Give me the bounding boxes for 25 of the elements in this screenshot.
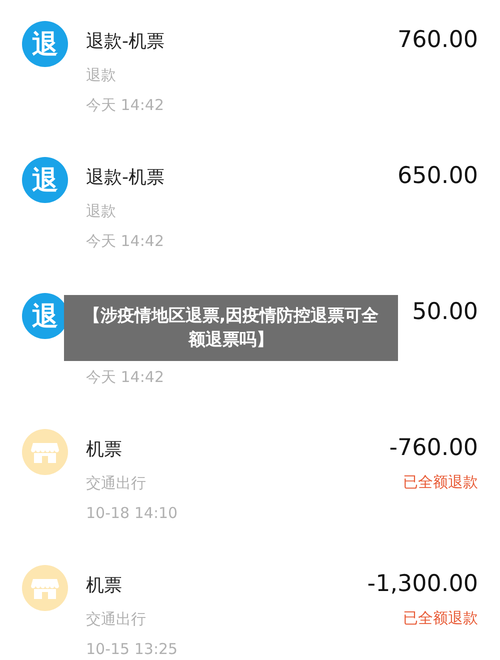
transaction-time: 10-15 13:25 — [86, 639, 179, 659]
caption-banner: 【涉疫情地区退票,因疫情防控退票可全额退票吗】 — [64, 295, 398, 361]
category-label: 退款 — [86, 201, 117, 221]
category-label: 交通出行 — [86, 473, 147, 493]
category-label: 交通出行 — [86, 609, 147, 629]
transaction-time: 今天 14:42 — [86, 95, 165, 115]
transaction-title: 机票 — [86, 574, 123, 598]
category-label: 退款 — [86, 65, 117, 85]
refund-icon: 退 — [22, 157, 68, 203]
transaction-title: 机票 — [86, 438, 123, 462]
transaction-time: 10-18 14:10 — [86, 503, 179, 523]
transaction-title: 退款-机票 — [86, 166, 166, 190]
transaction-title: 退款-机票 — [86, 30, 166, 54]
refund-status: 已全额退款 — [403, 473, 478, 492]
transaction-time: 今天 14:42 — [86, 231, 165, 251]
shop-icon — [22, 429, 68, 475]
transaction-amount: 650.00 — [398, 163, 478, 189]
transaction-amount: 50.00 — [412, 299, 478, 325]
refund-icon: 退 — [22, 21, 68, 67]
transaction-amount: 760.00 — [398, 27, 478, 53]
transaction-time: 今天 14:42 — [86, 367, 165, 387]
transaction-amount: -760.00 — [389, 435, 478, 461]
refund-status: 已全额退款 — [403, 609, 478, 628]
shop-icon — [22, 565, 68, 611]
transaction-amount: -1,300.00 — [367, 571, 478, 597]
